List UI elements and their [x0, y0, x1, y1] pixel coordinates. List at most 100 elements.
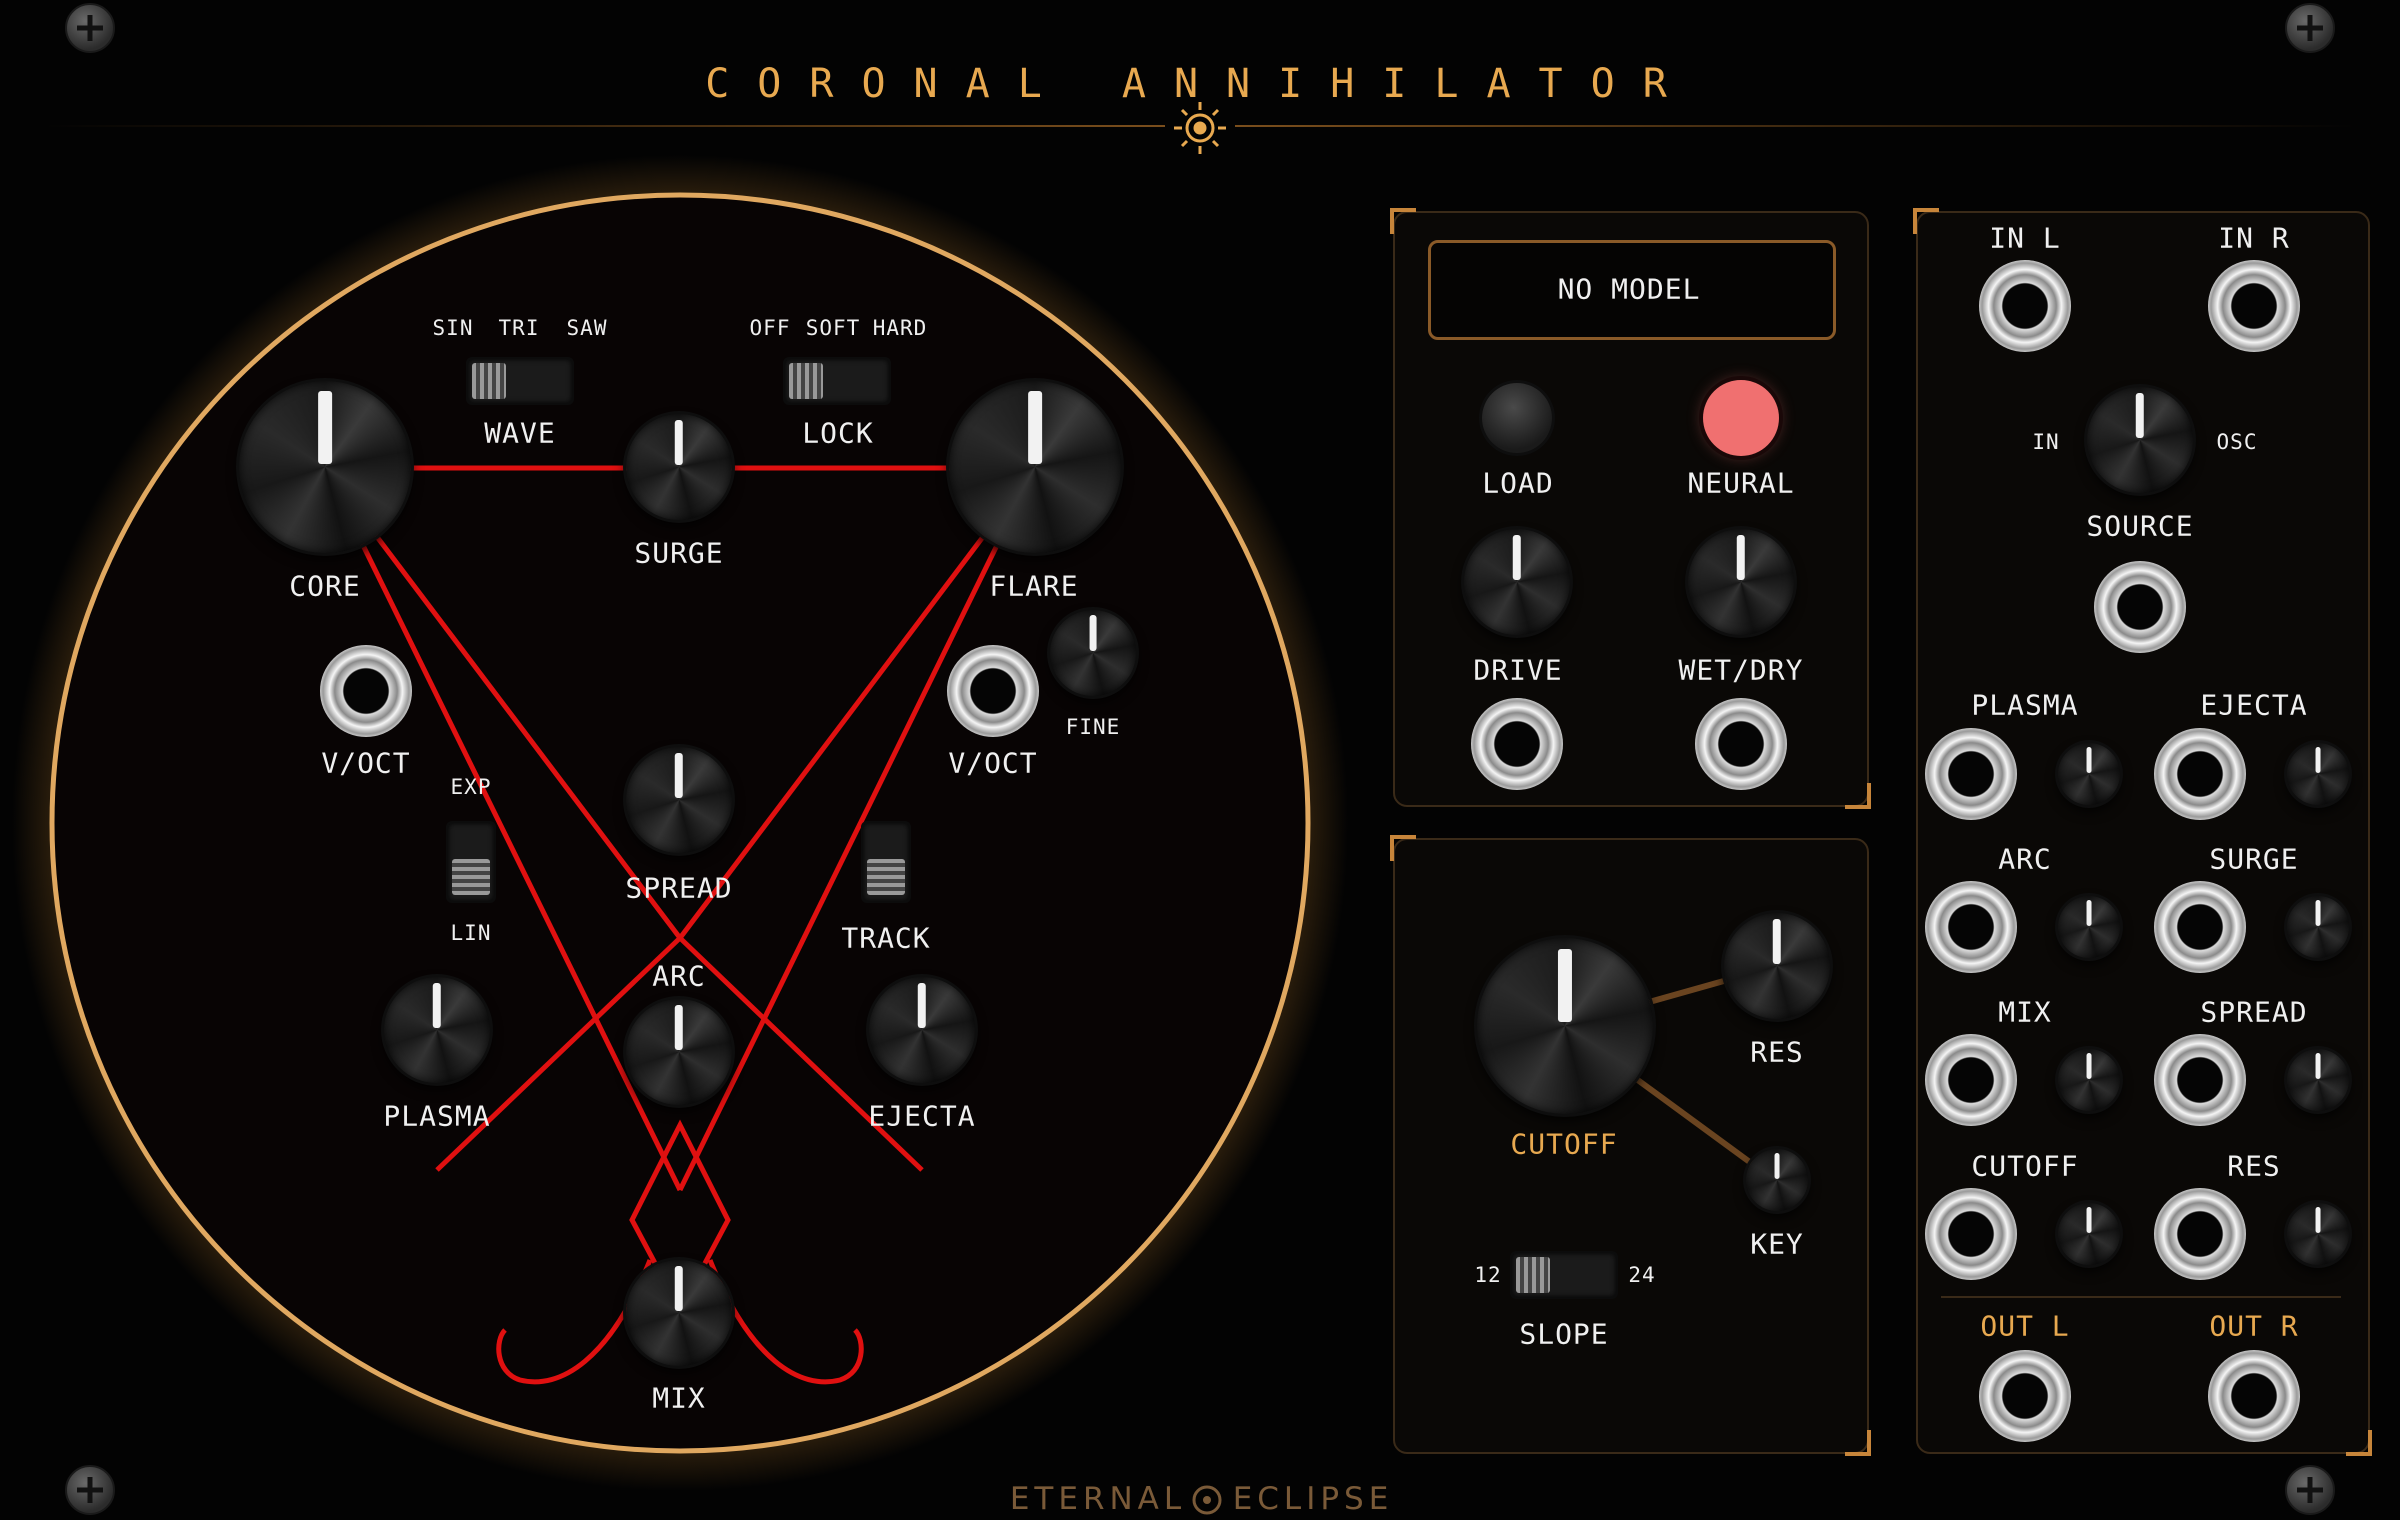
in-l-jack[interactable]: [1979, 260, 2071, 352]
module-panel: CORONAL ANNIHILATOR SIN TRI SAW WAVE OFF…: [0, 0, 2400, 1520]
cv-label-res: RES: [2227, 1149, 2281, 1183]
brand-eternal: ETERNAL: [1009, 1481, 1187, 1517]
ejecta-attenuator-knob[interactable]: [2287, 743, 2349, 805]
spread-cv-jack[interactable]: [2154, 1034, 2246, 1126]
slope-switch[interactable]: [1510, 1251, 1618, 1299]
neural-label: NEURAL: [1687, 466, 1795, 500]
lock-switch[interactable]: [783, 357, 891, 405]
wave-option-tri: TRI: [498, 316, 540, 340]
cutoff-cv-jack[interactable]: [1925, 1188, 2017, 1280]
drive-knob[interactable]: [1464, 529, 1570, 635]
cv-label-spread: SPREAD: [2200, 995, 2308, 1029]
ejecta-knob[interactable]: [869, 977, 975, 1083]
model-display-text: NO MODEL: [1557, 272, 1701, 306]
ejecta-label: EJECTA: [868, 1099, 976, 1133]
lock-option-hard: HARD: [872, 316, 928, 340]
in-l-label: IN L: [1989, 221, 2061, 255]
res-knob[interactable]: [1724, 913, 1830, 1019]
out-r-jack[interactable]: [2208, 1350, 2300, 1442]
in-r-jack[interactable]: [2208, 260, 2300, 352]
mix-knob[interactable]: [626, 1260, 732, 1366]
plasma-label: PLASMA: [383, 1099, 491, 1133]
title-rule-left: [45, 125, 1165, 127]
core-label: CORE: [289, 569, 361, 603]
ejecta-cv-jack[interactable]: [2154, 728, 2246, 820]
core-knob[interactable]: [239, 381, 411, 553]
wave-option-saw: SAW: [566, 316, 608, 340]
cv-label-plasma: PLASMA: [1971, 688, 2079, 722]
brand-eclipse: ECLIPSE: [1232, 1481, 1394, 1517]
key-knob[interactable]: [1746, 1149, 1808, 1211]
in-r-label: IN R: [2218, 221, 2290, 255]
neural-button[interactable]: [1703, 380, 1779, 456]
mix-attenuator-knob[interactable]: [2058, 1049, 2120, 1111]
outputs-divider: [1941, 1296, 2341, 1298]
source-in-label: IN: [2032, 430, 2060, 454]
track-switch[interactable]: [861, 821, 911, 903]
res-cv-jack[interactable]: [2154, 1188, 2246, 1280]
mode-exp-label: EXP: [450, 775, 492, 799]
source-osc-label: OSC: [2216, 430, 2258, 454]
voct-right-jack[interactable]: [947, 645, 1039, 737]
plasma-attenuator-knob[interactable]: [2058, 743, 2120, 805]
mix-label: MIX: [652, 1381, 706, 1415]
wetdry-cv-jack[interactable]: [1695, 698, 1787, 790]
voct-right-label: V/OCT: [948, 746, 1038, 780]
source-label: SOURCE: [2086, 509, 2194, 543]
source-jack[interactable]: [2094, 561, 2186, 653]
screw-icon: [65, 3, 115, 53]
lock-option-off: OFF: [749, 316, 791, 340]
load-label: LOAD: [1482, 466, 1554, 500]
lock-label: LOCK: [802, 416, 874, 450]
load-button[interactable]: [1482, 383, 1552, 453]
wetdry-knob[interactable]: [1688, 529, 1794, 635]
cv-label-ejecta: EJECTA: [2200, 688, 2308, 722]
slope-low-label: 12: [1474, 1263, 1502, 1287]
surge-attenuator-knob[interactable]: [2287, 896, 2349, 958]
drive-label: DRIVE: [1473, 653, 1563, 687]
exp-lin-switch[interactable]: [446, 821, 496, 903]
screw-icon: [2285, 1465, 2335, 1515]
mix-cv-jack[interactable]: [1925, 1034, 2017, 1126]
res-attenuator-knob[interactable]: [2287, 1203, 2349, 1265]
voct-left-label: V/OCT: [321, 746, 411, 780]
cutoff-attenuator-knob[interactable]: [2058, 1203, 2120, 1265]
voct-left-jack[interactable]: [320, 645, 412, 737]
plasma-cv-jack[interactable]: [1925, 728, 2017, 820]
eclipse-logo-icon: [1192, 1485, 1222, 1515]
flare-knob[interactable]: [949, 381, 1121, 553]
wave-option-sin: SIN: [432, 316, 474, 340]
fine-knob[interactable]: [1050, 610, 1136, 696]
cutoff-label: CUTOFF: [1510, 1127, 1618, 1161]
res-label: RES: [1750, 1035, 1804, 1069]
cutoff-knob[interactable]: [1477, 938, 1653, 1114]
corner-bracket: [1845, 783, 1871, 809]
flare-label: FLARE: [989, 569, 1079, 603]
arc-cv-jack[interactable]: [1925, 881, 2017, 973]
spread-attenuator-knob[interactable]: [2287, 1049, 2349, 1111]
track-label: TRACK: [841, 921, 931, 955]
corner-bracket: [1390, 208, 1416, 234]
slope-label: SLOPE: [1519, 1317, 1609, 1351]
arc-label: ARC: [652, 959, 706, 993]
lock-option-soft: SOFT: [805, 316, 861, 340]
cv-label-cutoff: CUTOFF: [1971, 1149, 2079, 1183]
arc-knob[interactable]: [626, 999, 732, 1105]
drive-cv-jack[interactable]: [1471, 698, 1563, 790]
plasma-knob[interactable]: [384, 977, 490, 1083]
wetdry-label: WET/DRY: [1678, 653, 1804, 687]
cv-label-mix: MIX: [1998, 995, 2052, 1029]
mode-lin-label: LIN: [450, 921, 492, 945]
arc-attenuator-knob[interactable]: [2058, 896, 2120, 958]
out-r-label: OUT R: [2209, 1309, 2299, 1343]
key-label: KEY: [1750, 1227, 1804, 1261]
surge-cv-jack[interactable]: [2154, 881, 2246, 973]
surge-knob[interactable]: [626, 414, 732, 520]
screw-icon: [2285, 3, 2335, 53]
out-l-jack[interactable]: [1979, 1350, 2071, 1442]
wave-switch[interactable]: [466, 357, 574, 405]
spread-knob[interactable]: [626, 747, 732, 853]
cv-label-arc: ARC: [1998, 842, 2052, 876]
out-l-label: OUT L: [1980, 1309, 2070, 1343]
source-knob[interactable]: [2087, 387, 2193, 493]
